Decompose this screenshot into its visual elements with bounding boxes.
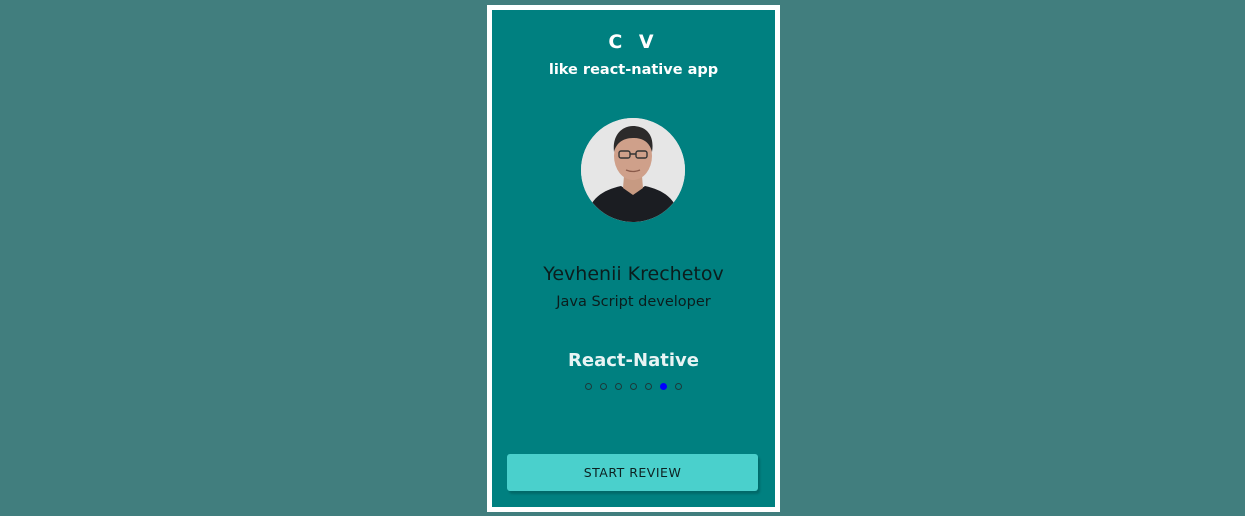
profile-name: Yevhenii Krechetov <box>543 263 724 285</box>
slide-pagination <box>492 383 775 393</box>
app-subtitle: like react-native app <box>548 62 719 78</box>
app-screen: C V like react-native app Yevhenii Krech… <box>487 5 780 512</box>
pagination-dot[interactable] <box>645 383 652 390</box>
pagination-dot[interactable] <box>630 383 637 390</box>
pagination-dot[interactable] <box>660 383 667 390</box>
pagination-dot[interactable] <box>600 383 607 390</box>
start-review-button[interactable]: START REVIEW <box>507 454 758 491</box>
profile-role: Java Script developer <box>556 294 711 310</box>
avatar <box>581 118 685 222</box>
pagination-dot[interactable] <box>585 383 592 390</box>
app-title: C V <box>608 31 659 53</box>
pagination-dot[interactable] <box>675 383 682 390</box>
skill-slide-title: React-Native <box>568 350 699 371</box>
pagination-dot[interactable] <box>615 383 622 390</box>
